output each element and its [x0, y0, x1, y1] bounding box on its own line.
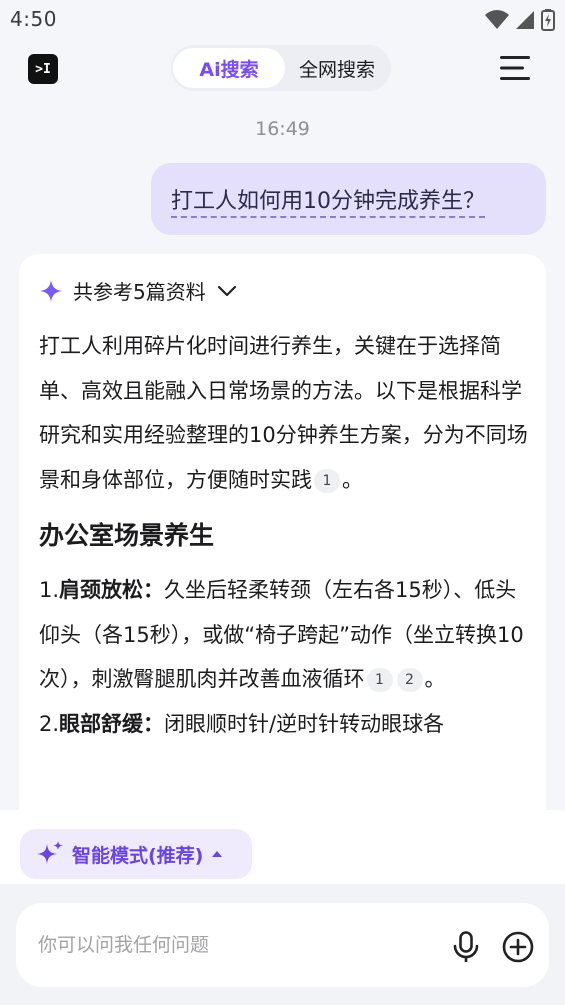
answer-card: 共参考5篇资料 打工人利用碎片化时间进行养生，关键在于选择简单、高效且能融入日常…: [19, 254, 546, 854]
user-message-bubble[interactable]: 打工人如何用10分钟完成养生？: [151, 163, 546, 235]
tab-web-search[interactable]: 全网搜索: [285, 48, 389, 88]
add-circle-icon[interactable]: [502, 931, 534, 963]
list-item-colon: ：: [143, 578, 165, 602]
chat-screen: 4:50 >I Ai搜索 全网搜索 16:49 打工人如何用10分钟完成养生？ …: [0, 0, 565, 1005]
list-item-title: 眼部舒缓: [59, 711, 144, 736]
answer-intro-end: 。: [342, 467, 363, 492]
mode-selector-button[interactable]: 智能模式(推荐): [20, 829, 252, 879]
list-item: 1.肩颈放松：久坐后轻柔转颈（左右各15秒）、低头仰头（各15秒），或做“椅子跨…: [39, 568, 529, 702]
wifi-icon: [485, 10, 509, 29]
references-toggle[interactable]: 共参考5篇资料: [39, 276, 238, 305]
menu-icon[interactable]: [500, 54, 530, 82]
list-item-number: 1.: [39, 578, 60, 602]
input-bar: [0, 884, 565, 1005]
signal-icon: [516, 11, 534, 29]
sparkle-icon: [40, 279, 62, 302]
caret-up-icon: [212, 851, 223, 857]
app-header: >I Ai搜索 全网搜索: [0, 38, 565, 100]
section-heading: 办公室场景养生: [39, 521, 215, 550]
list-item-title: 肩颈放松: [59, 578, 144, 602]
answer-intro: 打工人利用碎片化时间进行养生，关键在于选择简单、高效且能融入日常场景的方法。以下…: [39, 324, 529, 502]
app-logo[interactable]: >I: [28, 54, 58, 84]
search-mode-switch: Ai搜索 全网搜索: [171, 45, 391, 91]
mode-selector-label: 智能模式(推荐): [72, 844, 204, 867]
status-bar: 4:50: [0, 0, 565, 38]
sparkles-icon: [37, 841, 63, 864]
list-item-number: 2.: [39, 711, 60, 736]
list-item: 2.眼部舒缓：闭眼顺时针/逆时针转动眼球各: [39, 702, 529, 747]
citation-badge[interactable]: 1: [314, 468, 340, 493]
user-message-text: 打工人如何用10分钟完成养生？: [171, 183, 485, 218]
references-label: 共参考5篇资料: [73, 280, 206, 304]
citation-badge[interactable]: 2: [396, 668, 423, 692]
list-item-end: 。: [424, 667, 446, 691]
chevron-down-icon: [217, 285, 236, 296]
microphone-icon[interactable]: [452, 931, 480, 963]
chat-input[interactable]: [38, 927, 418, 963]
input-container: [16, 903, 549, 987]
message-timestamp: 16:49: [255, 118, 310, 140]
answer-intro-text: 打工人利用碎片化时间进行养生，关键在于选择简单、高效且能融入日常场景的方法。以下…: [39, 334, 528, 492]
status-time: 4:50: [10, 7, 57, 31]
list-item-text: 闭眼顺时针/逆时针转动眼球各: [164, 711, 445, 736]
answer-body: 打工人利用碎片化时间进行养生，关键在于选择简单、高效且能融入日常场景的方法。以下…: [39, 324, 529, 746]
citation-badge[interactable]: 1: [366, 668, 393, 692]
list-item-colon: ：: [143, 711, 165, 736]
status-icons: [485, 9, 555, 31]
battery-icon: [541, 9, 555, 31]
tab-ai-search[interactable]: Ai搜索: [173, 48, 285, 88]
